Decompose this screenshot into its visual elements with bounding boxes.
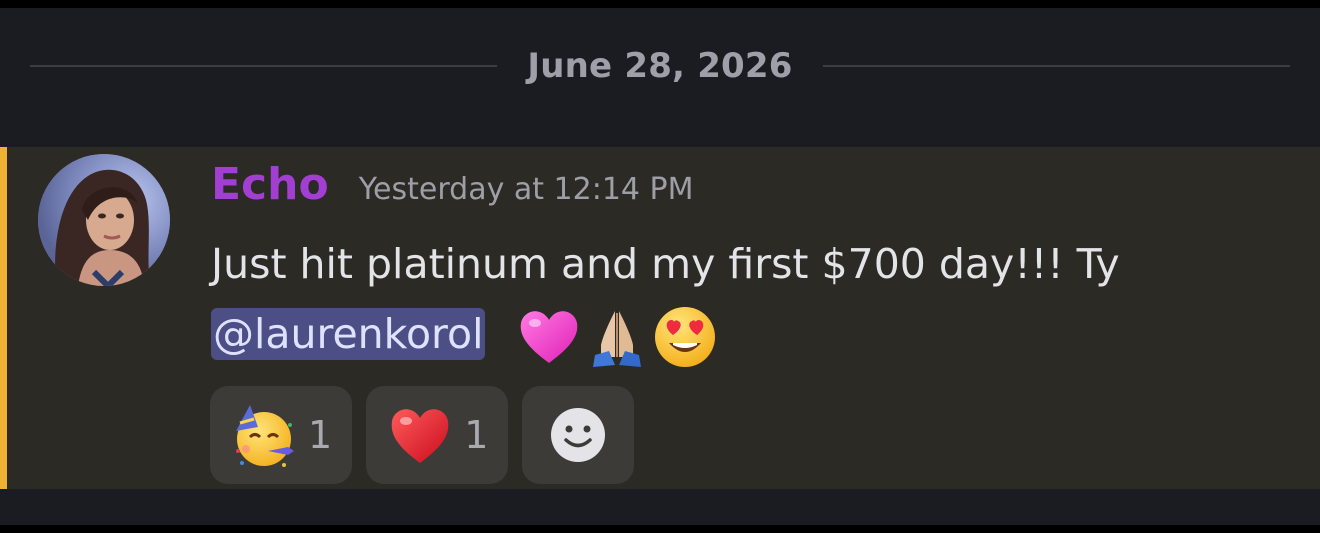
reactions-bar: 1 1 [210,386,635,484]
divider-line-left [30,65,498,67]
mention-highlight-bar [0,147,7,489]
message[interactable]: Echo Yesterday at 12:14 PM Just hit plat… [0,147,1320,489]
date-divider: June 28, 2026 [30,44,1291,88]
author-name[interactable]: Echo [211,159,329,210]
message-header: Echo Yesterday at 12:14 PM [211,159,694,210]
heart-eyes-face-icon [654,307,715,367]
message-text: Just hit platinum and my first $700 day!… [211,240,1120,288]
date-label: June 28, 2026 [527,46,793,86]
smiley-face-icon [551,408,606,462]
chat-frame: June 28, 2026 Echo Yesterday at 12:14 PM… [0,8,1320,525]
reaction-partying-face[interactable]: 1 [210,386,353,484]
message-timestamp: Yesterday at 12:14 PM [358,172,694,207]
pink-heart-icon [520,311,577,363]
message-emojis [517,305,717,369]
user-mention[interactable]: @laurenkorol [211,308,486,360]
reaction-count: 1 [308,413,333,457]
red-heart-icon [391,409,449,463]
partying-face-icon [236,405,294,467]
message-content: Just hit platinum and my first $700 day!… [211,229,1291,369]
add-reaction-button[interactable] [522,386,635,484]
reaction-count: 1 [464,413,489,457]
reaction-red-heart[interactable]: 1 [366,386,509,484]
folded-hands-icon [592,311,641,367]
avatar[interactable] [38,154,170,286]
divider-line-right [822,65,1291,67]
